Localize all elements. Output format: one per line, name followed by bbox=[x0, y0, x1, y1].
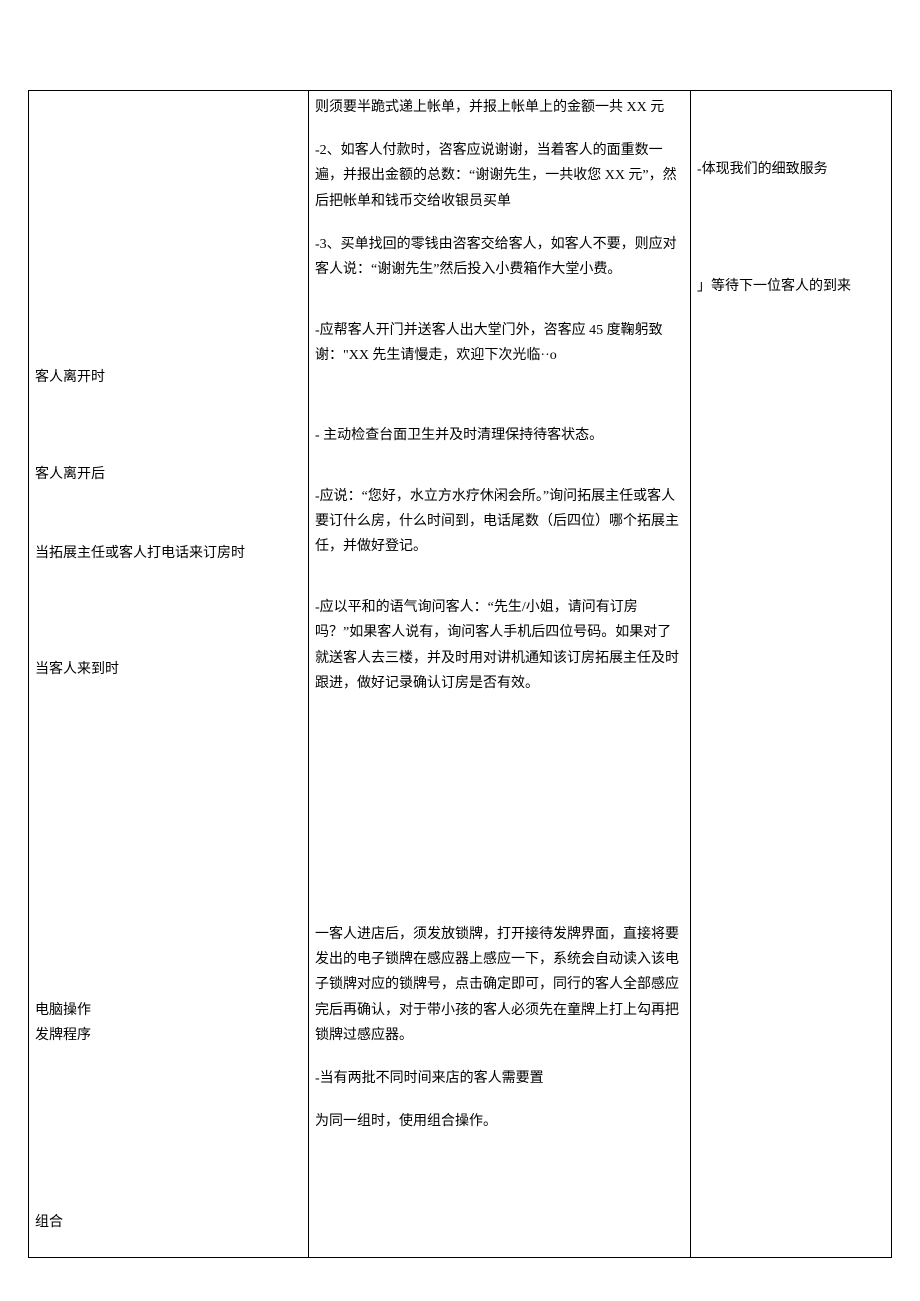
note-text: 」等待下一位客人的到来 bbox=[697, 274, 885, 299]
note-text: -体现我们的细致服务 bbox=[697, 157, 885, 182]
action-text: - 主动检查台面卫生并及时清理保持待客状态。 bbox=[315, 423, 684, 448]
situation-label: 组合 bbox=[35, 1210, 302, 1235]
action-text: 为同一组时，使用组合操作。 bbox=[315, 1109, 684, 1134]
action-text: 一客人进店后，须发放锁牌，打开接待发牌界面，直接将要发出的电子锁牌在感应器上感应… bbox=[315, 922, 684, 1048]
col-situation: 客人离开时 客人离开后 当拓展主任或客人打电话来订房时 当客人来到时 电 bbox=[29, 91, 309, 1257]
service-procedure-table: 客人离开时 客人离开后 当拓展主任或客人打电话来订房时 当客人来到时 电 bbox=[28, 90, 892, 1258]
action-text: -应说：“您好，水立方水疗休闲会所。”询问拓展主任或客人要订什么房，什么时间到，… bbox=[315, 484, 684, 560]
action-text: 则须要半跪式递上帐单，并报上帐单上的金额一共 XX 元 bbox=[315, 95, 684, 120]
table-row: 客人离开时 客人离开后 当拓展主任或客人打电话来订房时 当客人来到时 电 bbox=[29, 91, 891, 1257]
action-text: -应帮客人开门并送客人出大堂门外，咨客应 45 度鞠躬致谢："XX 先生请慢走，… bbox=[315, 318, 684, 368]
action-text: -当有两批不同时间来店的客人需要置 bbox=[315, 1066, 684, 1091]
situation-label: 当拓展主任或客人打电话来订房时 bbox=[35, 541, 302, 566]
situation-label: 当客人来到时 bbox=[35, 657, 302, 682]
action-text: -2、如客人付款时，咨客应说谢谢，当着客人的面重数一遍，并报出金额的总数：“谢谢… bbox=[315, 138, 684, 214]
situation-label: 发牌程序 bbox=[35, 1023, 302, 1048]
action-text: -应以平和的语气询问客人：“先生/小姐，请问有订房吗？”如果客人说有，询问客人手… bbox=[315, 595, 684, 696]
situation-label: 客人离开后 bbox=[35, 462, 302, 487]
action-text: -3、买单找回的零钱由咨客交给客人，如客人不要，则应对客人说：“谢谢先生”然后投… bbox=[315, 232, 684, 282]
col-notes: -体现我们的细致服务 」等待下一位客人的到来 bbox=[691, 91, 891, 1257]
situation-label: 客人离开时 bbox=[35, 365, 302, 390]
situation-label: 电脑操作 bbox=[35, 998, 302, 1023]
col-action: 则须要半跪式递上帐单，并报上帐单上的金额一共 XX 元 -2、如客人付款时，咨客… bbox=[309, 91, 691, 1257]
